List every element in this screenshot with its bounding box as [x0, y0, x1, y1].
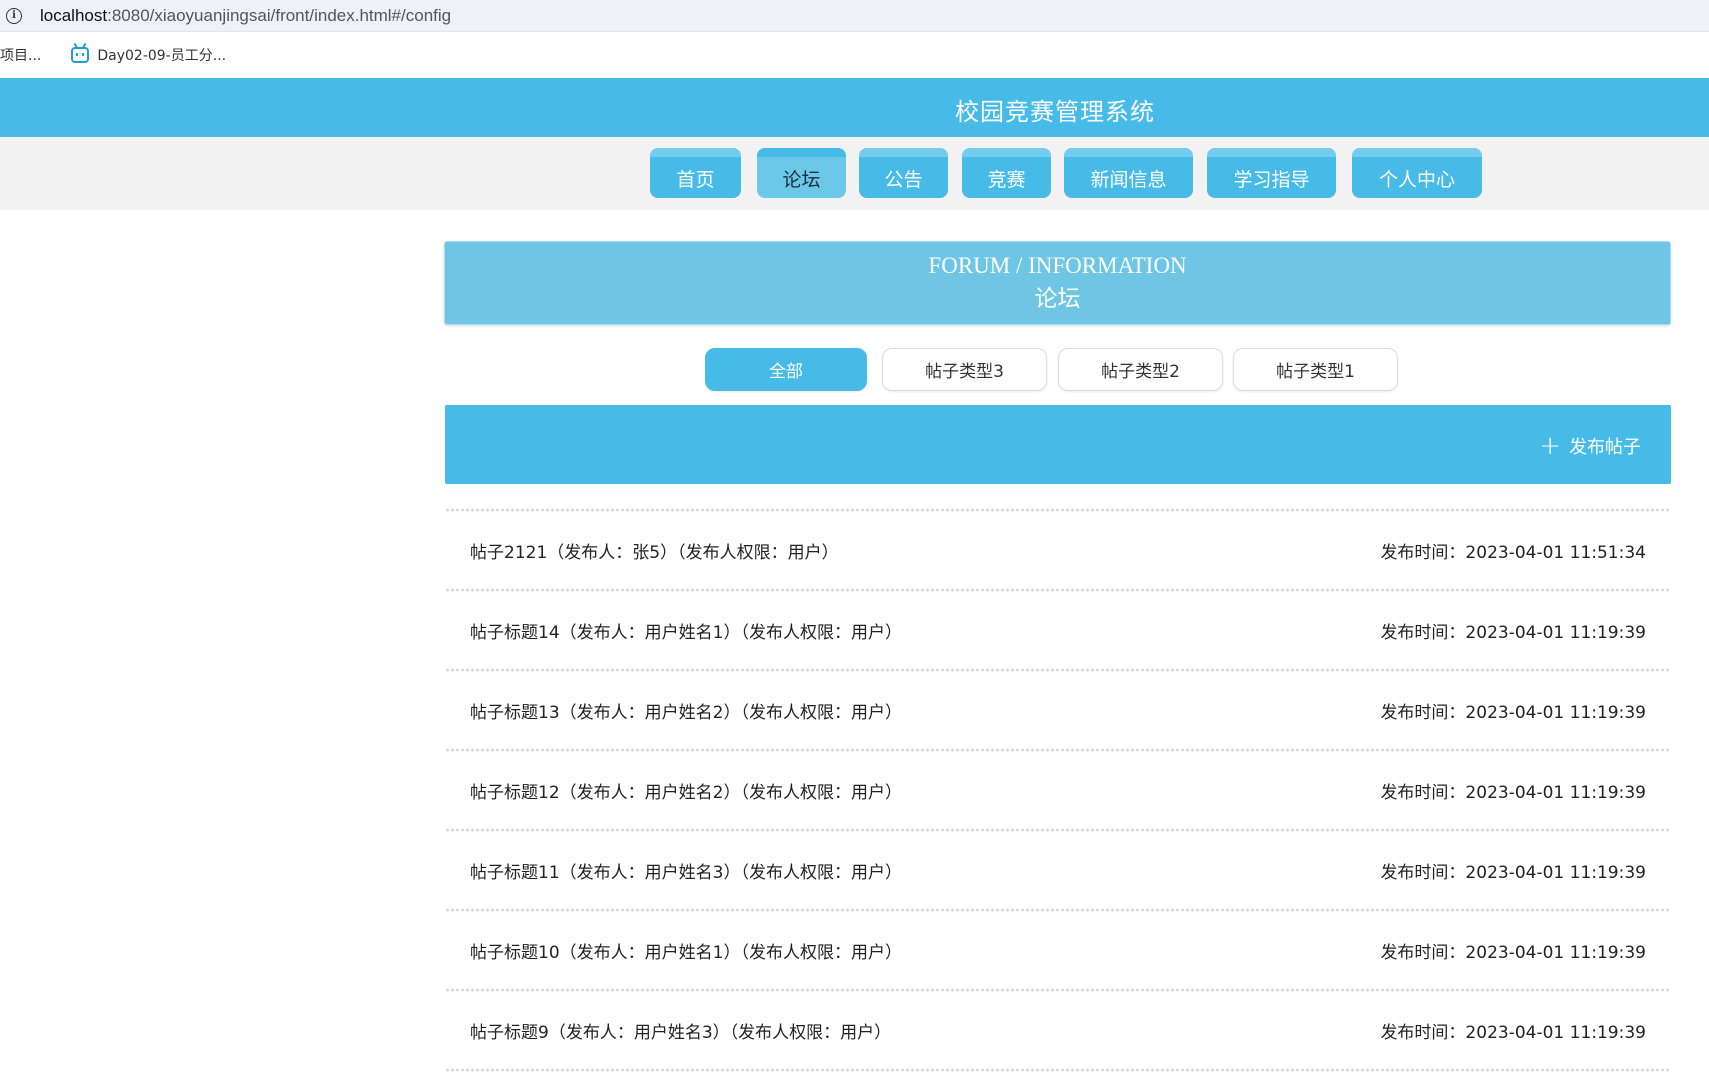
url-text[interactable]: localhost:8080/xiaoyuanjingsai/front/ind… — [40, 6, 451, 26]
info-icon[interactable]: i — [6, 7, 22, 24]
post-title[interactable]: 帖子标题9（发布人：用户姓名3）（发布人权限：用户） — [470, 1018, 891, 1043]
post-list: 帖子2121（发布人：张5）（发布人权限：用户） 发布时间：2023-04-01 … — [445, 508, 1671, 1072]
filter-tab-type2[interactable]: 帖子类型2 — [1058, 348, 1223, 391]
divider — [445, 1068, 1671, 1072]
post-time: 发布时间：2023-04-01 11:19:39 — [1380, 942, 1646, 963]
nav-item-competition[interactable]: 竞赛 — [962, 148, 1051, 198]
nav-item-personal-center[interactable]: 个人中心 — [1352, 148, 1482, 198]
filter-tab-type3[interactable]: 帖子类型3 — [882, 348, 1047, 391]
forum-banner: FORUM / INFORMATION 论坛 — [444, 241, 1671, 325]
bookmark-item[interactable]: 项目... — [0, 45, 41, 65]
publish-post-button[interactable]: + 发布帖子 — [1539, 433, 1641, 459]
post-title[interactable]: 帖子2121（发布人：张5）（发布人权限：用户） — [470, 538, 839, 563]
post-title[interactable]: 帖子标题10（发布人：用户姓名1）（发布人权限：用户） — [470, 938, 902, 963]
bookmarks-bar: 项目... Day02-09-员工分... — [0, 32, 1709, 78]
nav-item-announcement[interactable]: 公告 — [859, 148, 948, 198]
browser-url-bar[interactable]: i localhost:8080/xiaoyuanjingsai/front/i… — [0, 0, 1709, 32]
bilibili-icon — [71, 42, 90, 63]
nav-item-label: 首页 — [676, 168, 715, 191]
bookmark-label: Day02-09-员工分... — [97, 48, 227, 64]
post-time: 发布时间：2023-04-01 11:51:34 — [1380, 542, 1646, 563]
list-item[interactable]: 帖子标题11（发布人：用户姓名3）（发布人权限：用户） 发布时间：2023-04-… — [445, 832, 1671, 908]
banner-title-en: FORUM / INFORMATION — [928, 253, 1187, 278]
nav-item-news[interactable]: 新闻信息 — [1064, 148, 1193, 198]
filter-tab-all[interactable]: 全部 — [705, 348, 867, 391]
nav-item-label: 公告 — [884, 168, 923, 191]
site-header: 校园竞赛管理系统 — [0, 78, 1709, 137]
nav-item-label: 论坛 — [782, 168, 821, 191]
post-title[interactable]: 帖子标题13（发布人：用户姓名2）（发布人权限：用户） — [470, 698, 902, 723]
filter-tab-label: 全部 — [769, 362, 803, 382]
filter-tab-label: 帖子类型1 — [1276, 362, 1355, 382]
list-item[interactable]: 帖子2121（发布人：张5）（发布人权限：用户） 发布时间：2023-04-01 … — [445, 512, 1671, 588]
filter-tab-type1[interactable]: 帖子类型1 — [1233, 348, 1398, 391]
post-title[interactable]: 帖子标题14（发布人：用户姓名1）（发布人权限：用户） — [470, 618, 902, 643]
post-toolbar: + 发布帖子 — [445, 405, 1671, 484]
url-path: :8080/xiaoyuanjingsai/front/index.html#/… — [107, 5, 452, 25]
post-title[interactable]: 帖子标题12（发布人：用户姓名2）（发布人权限：用户） — [470, 778, 902, 803]
nav-item-study-guide[interactable]: 学习指导 — [1207, 148, 1336, 198]
banner-title-cn: 论坛 — [1034, 286, 1081, 312]
list-item[interactable]: 帖子标题14（发布人：用户姓名1）（发布人权限：用户） 发布时间：2023-04-… — [445, 592, 1671, 668]
filter-tab-label: 帖子类型3 — [925, 362, 1004, 382]
bookmark-label: 项目... — [0, 48, 42, 64]
post-time: 发布时间：2023-04-01 11:19:39 — [1380, 702, 1646, 723]
list-item[interactable]: 帖子标题9（发布人：用户姓名3）（发布人权限：用户） 发布时间：2023-04-0… — [445, 992, 1671, 1068]
plus-icon: + — [1539, 431, 1561, 461]
nav-item-label: 竞赛 — [987, 168, 1026, 191]
nav-item-forum[interactable]: 论坛 — [757, 148, 846, 198]
list-item[interactable]: 帖子标题13（发布人：用户姓名2）（发布人权限：用户） 发布时间：2023-04-… — [445, 672, 1671, 748]
list-item[interactable]: 帖子标题10（发布人：用户姓名1）（发布人权限：用户） 发布时间：2023-04-… — [445, 912, 1671, 988]
site-title: 校园竞赛管理系统 — [955, 98, 1155, 126]
nav-item-home[interactable]: 首页 — [650, 148, 741, 198]
url-host: localhost — [40, 5, 108, 25]
post-time: 发布时间：2023-04-01 11:19:39 — [1380, 622, 1646, 643]
filter-tab-label: 帖子类型2 — [1101, 362, 1180, 382]
nav-item-label: 个人中心 — [1378, 168, 1455, 191]
post-title[interactable]: 帖子标题11（发布人：用户姓名3）（发布人权限：用户） — [470, 858, 902, 883]
post-time: 发布时间：2023-04-01 11:19:39 — [1380, 782, 1646, 803]
post-time: 发布时间：2023-04-01 11:19:39 — [1380, 1022, 1646, 1043]
nav-item-label: 新闻信息 — [1090, 168, 1167, 191]
nav-item-label: 学习指导 — [1233, 168, 1310, 191]
post-time: 发布时间：2023-04-01 11:19:39 — [1380, 862, 1646, 883]
publish-post-label: 发布帖子 — [1569, 437, 1641, 458]
list-item[interactable]: 帖子标题12（发布人：用户姓名2）（发布人权限：用户） 发布时间：2023-04-… — [445, 752, 1671, 828]
bookmark-item[interactable]: Day02-09-员工分... — [71, 42, 227, 65]
